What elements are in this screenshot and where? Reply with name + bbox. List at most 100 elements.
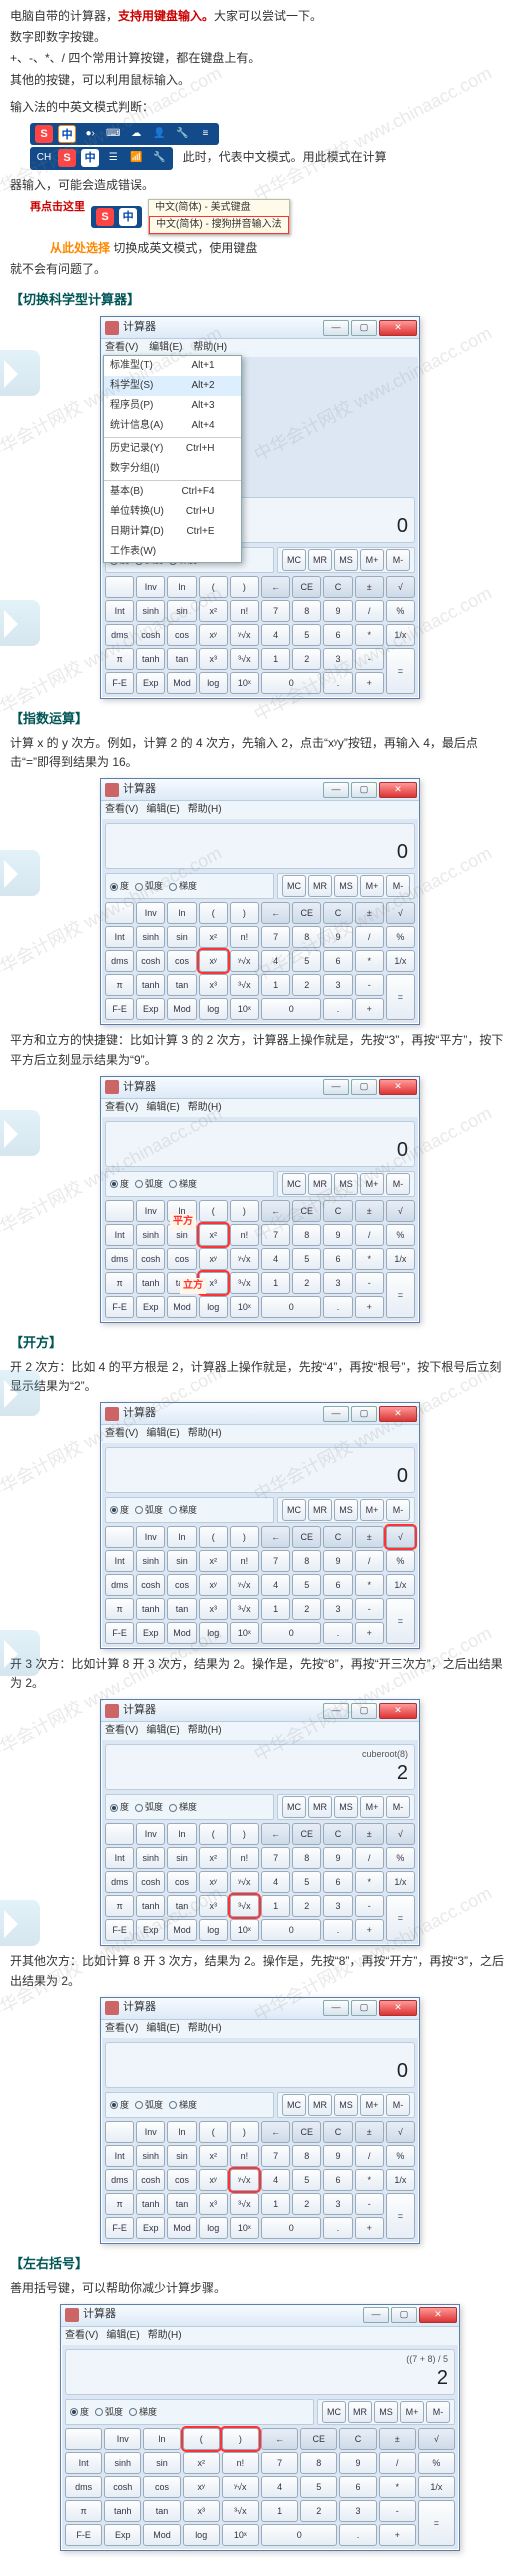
key-√[interactable]: √ <box>386 1200 415 1222</box>
key-tanh[interactable]: tanh <box>136 1895 165 1917</box>
key-n![interactable]: n! <box>222 2452 259 2474</box>
key-dms[interactable]: dms <box>105 950 134 972</box>
key-+[interactable]: + <box>355 1919 384 1941</box>
key-%[interactable]: % <box>386 1224 415 1246</box>
key-)[interactable]: ) <box>230 1823 259 1845</box>
key-0[interactable]: 0 <box>261 1296 321 1318</box>
key-CE[interactable]: CE <box>292 576 321 598</box>
key-3[interactable]: 3 <box>323 1598 352 1620</box>
min-button[interactable]: — <box>323 1406 349 1422</box>
key-F-E[interactable]: F-E <box>105 1622 134 1644</box>
min-button[interactable]: — <box>323 1079 349 1095</box>
key-C[interactable]: C <box>323 902 352 924</box>
key-ʸ√x[interactable]: ʸ√x <box>230 1871 259 1893</box>
key-F-E[interactable]: F-E <box>105 672 134 694</box>
key-0[interactable]: 0 <box>261 2524 337 2546</box>
key-log[interactable]: log <box>199 672 228 694</box>
key-0[interactable]: 0 <box>261 1919 321 1941</box>
key-6[interactable]: 6 <box>339 2476 376 2498</box>
key-x³[interactable]: x³ <box>199 2193 228 2215</box>
key-)[interactable]: ) <box>230 2121 259 2143</box>
max-button[interactable]: ▢ <box>351 1703 377 1719</box>
key-+[interactable]: + <box>355 2217 384 2239</box>
key-=[interactable]: = <box>386 2193 415 2239</box>
key-5[interactable]: 5 <box>292 624 321 646</box>
key-Mod[interactable]: Mod <box>167 1296 196 1318</box>
key-cosh[interactable]: cosh <box>136 1574 165 1596</box>
key-x³[interactable]: x³ <box>183 2500 220 2522</box>
key-←[interactable]: ← <box>261 2121 290 2143</box>
max-button[interactable]: ▢ <box>351 1406 377 1422</box>
key-7[interactable]: 7 <box>261 2452 298 2474</box>
key-[interactable] <box>105 576 134 598</box>
key-x³[interactable]: x³ <box>199 1598 228 1620</box>
key-/[interactable]: / <box>355 2145 384 2167</box>
key-±[interactable]: ± <box>355 902 384 924</box>
key-=[interactable]: = <box>386 1272 415 1318</box>
key-√[interactable]: √ <box>386 1823 415 1845</box>
key-π[interactable]: π <box>105 1895 134 1917</box>
key-2[interactable]: 2 <box>292 1895 321 1917</box>
key--[interactable]: - <box>355 648 384 670</box>
key-π[interactable]: π <box>105 1272 134 1294</box>
key-sinh[interactable]: sinh <box>136 1550 165 1572</box>
key-CE[interactable]: CE <box>292 902 321 924</box>
key-sin[interactable]: sin <box>167 1847 196 1869</box>
key-³√x[interactable]: ³√x <box>230 1895 259 1917</box>
key-cos[interactable]: cos <box>143 2476 180 2498</box>
key-tan[interactable]: tan <box>167 1895 196 1917</box>
key-5[interactable]: 5 <box>292 2169 321 2191</box>
key-tan[interactable]: tan <box>143 2500 180 2522</box>
close-button[interactable]: ✕ <box>379 782 417 798</box>
key-7[interactable]: 7 <box>261 1550 290 1572</box>
key-3[interactable]: 3 <box>323 1895 352 1917</box>
key-10ˣ[interactable]: 10ˣ <box>230 2217 259 2239</box>
close-button[interactable]: ✕ <box>379 1703 417 1719</box>
key--[interactable]: - <box>355 1895 384 1917</box>
max-button[interactable]: ▢ <box>351 2000 377 2016</box>
key-%[interactable]: % <box>386 1847 415 1869</box>
key-/[interactable]: / <box>355 1224 384 1246</box>
key-+[interactable]: + <box>355 1622 384 1644</box>
key-±[interactable]: ± <box>355 1526 384 1548</box>
key-Mod[interactable]: Mod <box>167 2217 196 2239</box>
key--[interactable]: - <box>355 1598 384 1620</box>
key-7[interactable]: 7 <box>261 1224 290 1246</box>
key-xʸ[interactable]: xʸ <box>199 950 228 972</box>
key-0[interactable]: 0 <box>261 998 321 1020</box>
key-7[interactable]: 7 <box>261 600 290 622</box>
key-/[interactable]: / <box>355 1550 384 1572</box>
key-*[interactable]: * <box>355 2169 384 2191</box>
key-10ˣ[interactable]: 10ˣ <box>230 672 259 694</box>
max-button[interactable]: ▢ <box>351 320 377 336</box>
key-4[interactable]: 4 <box>261 1871 290 1893</box>
key-dms[interactable]: dms <box>105 624 134 646</box>
key-ʸ√x[interactable]: ʸ√x <box>222 2476 259 2498</box>
key-C[interactable]: C <box>323 576 352 598</box>
key-/[interactable]: / <box>355 1847 384 1869</box>
ime-dropdown[interactable]: 中文(简体) - 美式键盘 中文(简体) - 搜狗拼音输入法 <box>148 199 290 235</box>
key-xʸ[interactable]: xʸ <box>183 2476 220 2498</box>
key-1/x[interactable]: 1/x <box>418 2476 455 2498</box>
key-tanh[interactable]: tanh <box>136 1598 165 1620</box>
key-√[interactable]: √ <box>386 902 415 924</box>
key--[interactable]: - <box>355 974 384 996</box>
key-9[interactable]: 9 <box>323 1847 352 1869</box>
key-2[interactable]: 2 <box>292 2193 321 2215</box>
key-9[interactable]: 9 <box>323 2145 352 2167</box>
key-dms[interactable]: dms <box>105 2169 134 2191</box>
min-button[interactable]: — <box>323 1703 349 1719</box>
key-cos[interactable]: cos <box>167 1574 196 1596</box>
key-1/x[interactable]: 1/x <box>386 1248 415 1270</box>
key-F-E[interactable]: F-E <box>105 1296 134 1318</box>
key-0[interactable]: 0 <box>261 1622 321 1644</box>
key-xʸ[interactable]: xʸ <box>199 624 228 646</box>
key-9[interactable]: 9 <box>323 1550 352 1572</box>
key-sin[interactable]: sin <box>143 2452 180 2474</box>
key-³√x[interactable]: ³√x <box>222 2500 259 2522</box>
key-cosh[interactable]: cosh <box>136 1871 165 1893</box>
key-.[interactable]: . <box>323 2217 352 2239</box>
key-1/x[interactable]: 1/x <box>386 1871 415 1893</box>
key-x²[interactable]: x² <box>199 1224 228 1246</box>
key-)[interactable]: ) <box>230 1200 259 1222</box>
